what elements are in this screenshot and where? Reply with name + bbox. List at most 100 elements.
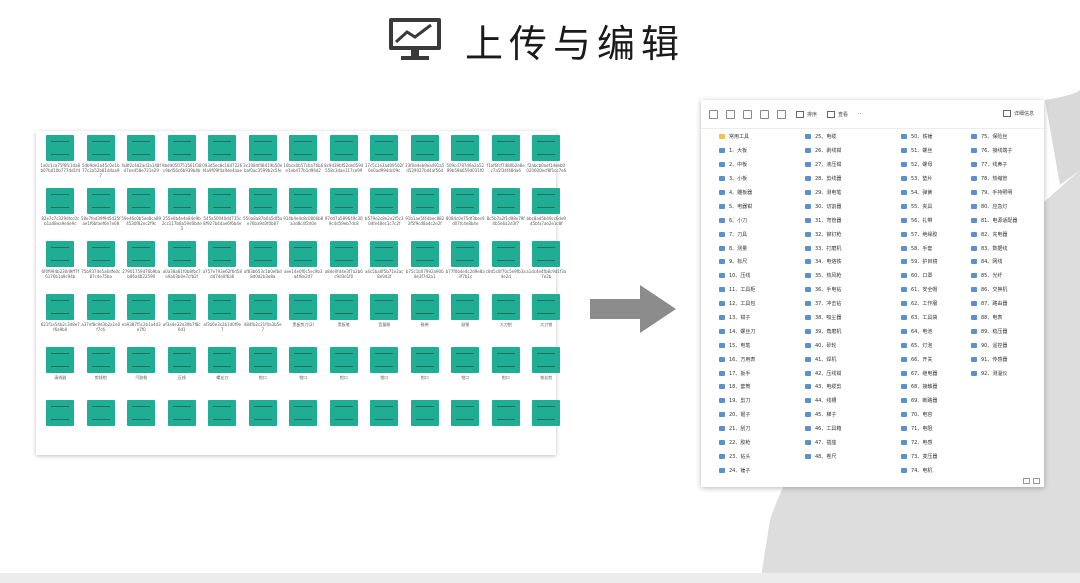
thumbnail-item[interactable]: aee14e0f0c5ec9b3a4f8e2d7 xyxy=(283,241,324,294)
thumbnail-item[interactable] xyxy=(121,400,162,453)
thumbnail-item[interactable]: 钳口 xyxy=(486,347,527,400)
file-item[interactable]: 18、套筒 xyxy=(719,380,803,394)
thumbnail-item[interactable]: 大刀钳 xyxy=(526,294,567,347)
file-item[interactable]: 34、电烙铁 xyxy=(805,255,889,269)
file-item[interactable]: 31、弯管器 xyxy=(805,213,889,227)
file-item[interactable]: 23、钻头 xyxy=(719,449,803,463)
file-item[interactable]: 86、交换机 xyxy=(971,283,1055,297)
thumbnail-item[interactable]: 545a50040d4735c8f927b44ae6f6b4e xyxy=(202,188,243,241)
copy-icon[interactable] xyxy=(743,109,752,119)
file-item[interactable]: 32、铆钉枪 xyxy=(805,227,889,241)
thumbnail-item[interactable]: 58e7fed39f9d5d25fae1f6bfaef6e7e08 xyxy=(81,188,122,241)
file-item[interactable]: 91、传感器 xyxy=(971,352,1055,366)
thumbnail-item[interactable]: f2abcb0aef1deeb0020600ecf8f1cc7e6 xyxy=(526,135,567,188)
thumbnail-item[interactable]: 钳口 xyxy=(283,347,324,400)
thumbnail-item[interactable]: a8de0fd4e3f7a2b6c9d3e1f0 xyxy=(324,241,365,294)
thumbnail-item[interactable]: 汽胶枪 xyxy=(121,347,162,400)
thumbnail-item[interactable]: a0a38a81f0b8fbc7e9a03b0e7cfb2f xyxy=(162,241,203,294)
file-item[interactable]: 常用工具 xyxy=(719,130,803,144)
sort-button[interactable]: 排序 xyxy=(796,110,817,118)
thumbnail-item[interactable]: 钳口 xyxy=(445,347,486,400)
grid-view-icon[interactable] xyxy=(1033,478,1040,484)
file-item[interactable]: 3、小板 xyxy=(719,172,803,186)
thumbnail-item[interactable]: 17c5c1e3ad09502f6e0ad994dc09c xyxy=(364,135,405,188)
file-item[interactable]: 72、电感 xyxy=(901,436,985,450)
file-item[interactable]: 69、断路器 xyxy=(901,394,985,408)
thumbnail-item[interactable]: 550a8a87b0a5df5ae76ba9d3f0b87 xyxy=(243,188,284,241)
file-item[interactable]: 37、冲击钻 xyxy=(805,297,889,311)
file-item[interactable]: 20、锯子 xyxy=(719,408,803,422)
file-item[interactable]: 85、光纤 xyxy=(971,269,1055,283)
new-icon[interactable] xyxy=(709,109,718,119)
file-item[interactable]: 82、充电器 xyxy=(971,227,1055,241)
thumbnail-item[interactable] xyxy=(364,400,405,453)
file-item[interactable]: 14、螺丝刀 xyxy=(719,324,803,338)
thumbnail-item[interactable]: 59e46c0b5ee8ca894530f82ec2f9c xyxy=(121,188,162,241)
file-item[interactable]: 12、工具包 xyxy=(719,297,803,311)
thumbnail-item[interactable]: af3a4e32e39b7f8c0d1 xyxy=(162,294,203,347)
thumbnail-item[interactable]: 27901759d76b9bab86a4b22590 xyxy=(121,241,162,294)
file-item[interactable]: 88、电表 xyxy=(971,311,1055,325)
thumbnail-item[interactable]: 509cd787d6a2a5299b59b659d031f0 xyxy=(445,135,486,188)
thumbnail-item[interactable]: 鼓锤 xyxy=(445,294,486,347)
thumbnail-item[interactable]: 255e0b4e4e84e9b2cc117b8a59d0bde3 xyxy=(162,188,203,241)
file-item[interactable]: 46、工具箱 xyxy=(805,422,889,436)
file-item[interactable]: 11、工具柜 xyxy=(719,283,803,297)
thumbnail-item[interactable]: 大刀钳 xyxy=(486,294,527,347)
file-item[interactable]: 44、线槽 xyxy=(805,394,889,408)
file-item[interactable]: 90、遥控器 xyxy=(971,338,1055,352)
thumbnail-item[interactable]: 9bdd050751561f38c9bd56c6b939b4b xyxy=(162,135,203,188)
cut-icon[interactable] xyxy=(726,109,735,119)
file-item[interactable]: 9、标尺 xyxy=(719,255,803,269)
thumbnail-item[interactable]: 压线 xyxy=(162,347,203,400)
file-item[interactable]: 68、接触器 xyxy=(901,380,985,394)
file-item[interactable]: 25、电缆 xyxy=(805,130,889,144)
thumbnail-item[interactable]: 钳口 xyxy=(243,347,284,400)
file-item[interactable]: 28、剪线器 xyxy=(805,172,889,186)
thumbnail-item[interactable] xyxy=(405,400,446,453)
thumbnail-item[interactable] xyxy=(162,400,203,453)
file-item[interactable]: 33、打磨机 xyxy=(805,241,889,255)
thumbnail-item[interactable]: 3c1084f48419b50ebaf0ac3599b2c5fe xyxy=(243,135,284,188)
thumbnail-item[interactable]: 清线器 xyxy=(40,347,81,400)
thumbnail-item[interactable]: 621f1a54b2c3d8e7f6a9b0 xyxy=(40,294,81,347)
thumbnail-item[interactable]: 黑板剪刀(2) xyxy=(283,294,324,347)
file-item[interactable]: 38、吸尘器 xyxy=(805,311,889,325)
thumbnail-item[interactable]: b77f0b4e4c2d9e8a3f7b1c xyxy=(445,241,486,294)
file-item[interactable]: 73、变压器 xyxy=(901,449,985,463)
thumbnail-item[interactable]: 484fb2c21f0a3b5e7 xyxy=(243,294,284,347)
file-item[interactable]: 7、刀具 xyxy=(719,227,803,241)
thumbnail-item[interactable]: 82e7c7c329dfcc0cb1a48ea9e4e9c xyxy=(40,188,81,241)
file-item[interactable]: 26、剥线钳 xyxy=(805,144,889,158)
file-item[interactable]: 29、测电笔 xyxy=(805,186,889,200)
thumbnail-item[interactable]: b75c1b07992a90b8e3f7d2a1 xyxy=(405,241,446,294)
thumbnail-item[interactable]: fa8f2c4d2ad3a148fd7ee458e721e29 xyxy=(121,135,162,188)
file-item[interactable]: 48、卷尺 xyxy=(805,449,889,463)
file-item[interactable]: 87、路由器 xyxy=(971,297,1055,311)
thumbnail-item[interactable]: 8c9d39bf52de0594558c3dae117ce99 xyxy=(324,135,365,188)
file-item[interactable]: 80、应急灯 xyxy=(971,199,1055,213)
file-item[interactable]: 22、胶枪 xyxy=(719,436,803,450)
thumbnail-item[interactable] xyxy=(526,400,567,453)
thumbnail-item[interactable]: 97dd7a589649c309c4d59eb7dc8 xyxy=(324,188,365,241)
file-item[interactable]: 4、雕板器 xyxy=(719,186,803,200)
thumbnail-item[interactable]: 黑板笔 xyxy=(324,294,365,347)
thumbnail-item[interactable]: af3a6e3c2b1d0f9e7 xyxy=(202,294,243,347)
thumbnail-item[interactable]: b579e2c8e2e2f5c30dfe48ec1c7c2f xyxy=(364,188,405,241)
file-item[interactable]: 42、压线钳 xyxy=(805,366,889,380)
thumbnail-item[interactable]: 铁丝剪 xyxy=(526,347,567,400)
thumbnail-item[interactable] xyxy=(81,400,122,453)
file-item[interactable]: 79、手持照明 xyxy=(971,186,1055,200)
thumbnail-item[interactable]: 钳口 xyxy=(405,347,446,400)
thumbnail-item[interactable]: 91b1ae5f44bec8823f5f9cd8a4c2e2f xyxy=(405,188,446,241)
file-item[interactable]: 40、砂轮 xyxy=(805,338,889,352)
thumbnail-item[interactable]: bbc8ad5b49cc6de9d5bfa7ae2e1c8f xyxy=(526,188,567,241)
file-item[interactable]: 2、中板 xyxy=(719,158,803,172)
details-button[interactable]: 详细信息 xyxy=(1002,110,1034,117)
thumbnail-item[interactable]: 鞋带 xyxy=(405,294,446,347)
list-view-icon[interactable] xyxy=(1023,478,1030,484)
thumbnail-item[interactable]: 093d5ec8c1847226f4a9f09f4a9de4aae xyxy=(202,135,243,188)
thumbnail-item[interactable] xyxy=(202,400,243,453)
file-item[interactable]: 24、锤子 xyxy=(719,463,803,477)
delete-icon[interactable] xyxy=(777,109,786,119)
